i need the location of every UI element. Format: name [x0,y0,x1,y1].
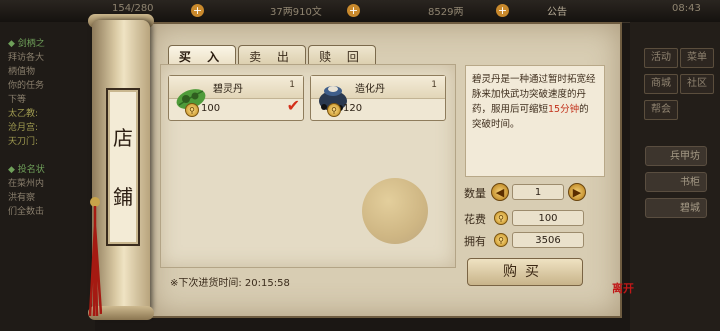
silver-counter: 8529两 [428,7,464,18]
item-quantity: 1 [431,80,437,90]
quest-line: 你的任务 [8,81,45,91]
coin-watermark-icon [362,178,428,244]
restock-timer: ※下次进货时间: 20:15:58 [170,278,290,289]
quest-line: 们全数击 [8,207,45,217]
item-quantity: 1 [289,80,295,90]
guild-button[interactable]: 帮会 [644,100,678,120]
clock: 08:43 [672,3,701,14]
item-description: 碧灵丹是一种通过暂时拓宽经脉来加快武功突破速度的丹药，服用后可缩短15分钟的突破… [465,65,605,177]
decrease-quantity-button[interactable]: ◀ [491,183,509,201]
description-highlight: 15分钟 [548,104,580,115]
sign-char: 店 [113,126,133,150]
item-name: 碧灵丹 [213,84,243,95]
quest-line: 太乙教: [8,109,39,119]
cost-value: 100 [512,210,584,226]
coin-icon: ⚲ [327,103,341,117]
event-button[interactable]: 活动 [644,48,678,68]
bookshelf-button[interactable]: 书柜 [645,172,707,192]
quest-line: 沧月宫: [8,123,39,133]
add-stamina-button[interactable]: + [191,4,204,17]
increase-quantity-button[interactable]: ▶ [568,183,586,201]
tassel-icon [88,197,102,316]
quest-line: 天刀门: [8,137,39,147]
item-name: 造化丹 [355,84,385,95]
copper-counter: 37两910文 [270,7,322,18]
shop-item-card[interactable]: 碧灵丹 1 ⚲ 100 ✔ [168,75,304,121]
shop-item-card[interactable]: 造化丹 1 ⚲ 120 [310,75,446,121]
selected-check-icon: ✔ [286,96,300,115]
sign-char: 鋪 [113,185,133,209]
owned-value: 3506 [512,232,584,248]
quest-log-panel: ◆ 剑柄之 拜访各大 柄值物 你的任务 下等 太乙教: 沧月宫: 天刀门: ◆ … [0,22,95,331]
community-button[interactable]: 社区 [680,74,714,94]
quest-line: 拜访各大 [8,53,45,63]
mall-button[interactable]: 商城 [644,74,678,94]
item-price: 120 [343,103,363,114]
item-price: 100 [201,103,221,114]
city-button[interactable]: 碧城 [645,198,707,218]
quest-line: 洪有察 [8,193,36,203]
quest-line: ◆ 投名状 [8,165,45,175]
coin-icon: ⚲ [494,211,508,225]
armory-button[interactable]: 兵甲坊 [645,146,707,166]
leave-button[interactable]: 离开 [612,280,634,296]
notice-button[interactable]: 公告 [547,3,567,18]
shop-sign: 店 鋪 [106,88,140,246]
menu-button[interactable]: 菜单 [680,48,714,68]
quantity-label: 数量 [464,187,486,200]
owned-label: 拥有 [464,235,486,248]
quest-line: ◆ 剑柄之 [8,39,45,49]
coin-icon: ⚲ [494,233,508,247]
add-silver-button[interactable]: + [496,4,509,17]
quest-line: 柄值物 [8,67,36,77]
cost-label: 花费 [464,213,486,226]
quantity-input[interactable]: 1 [512,184,564,200]
stamina-counter: 154/280 [112,3,154,14]
buy-button[interactable]: 购买 [467,258,583,286]
quest-line: 下等 [8,95,27,105]
coin-icon: ⚲ [185,103,199,117]
add-copper-button[interactable]: + [347,4,360,17]
quest-line: 在菜州内 [8,179,45,189]
